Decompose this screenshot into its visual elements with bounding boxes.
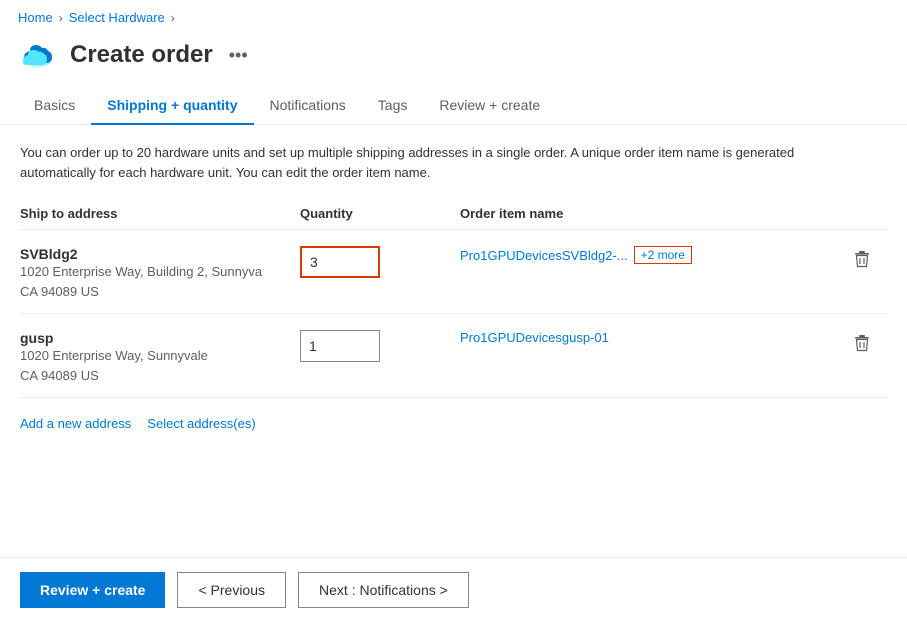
page-title: Create order [70,41,213,69]
breadcrumb-sep2: › [171,11,175,25]
tab-basics[interactable]: Basics [18,87,91,125]
content-area: You can order up to 20 hardware units an… [0,125,907,459]
col-quantity: Quantity [300,206,460,221]
cloud-icon [18,35,58,75]
breadcrumb-home[interactable]: Home [18,10,53,25]
address-line1-2: 1020 Enterprise Way, Sunnyvale [20,346,300,366]
quantity-input-1[interactable] [300,246,380,278]
address-block-2: gusp 1020 Enterprise Way, Sunnyvale CA 9… [20,330,300,385]
tab-notifications[interactable]: Notifications [254,87,362,125]
breadcrumb-select-hardware[interactable]: Select Hardware [69,10,165,25]
breadcrumb-sep1: › [59,11,63,25]
next-notifications-button[interactable]: Next : Notifications > [298,572,469,608]
quantity-cell-1 [300,246,460,278]
add-new-address-link[interactable]: Add a new address [20,416,131,431]
order-link-2[interactable]: Pro1GPUDevicesgusp-01 [460,330,609,345]
quantity-cell-2 [300,330,460,362]
bottom-bar: Review + create < Previous Next : Notifi… [0,557,907,622]
table-header: Ship to address Quantity Order item name [20,206,887,230]
tab-review-create[interactable]: Review + create [423,87,556,125]
delete-button-2[interactable] [837,330,887,352]
address-name-2: gusp [20,330,300,346]
footer-links: Add a new address Select address(es) [20,416,887,439]
description-text: You can order up to 20 hardware units an… [20,143,820,182]
col-ship-to-address: Ship to address [20,206,300,221]
address-name-1: SVBldg2 [20,246,300,262]
table-row: gusp 1020 Enterprise Way, Sunnyvale CA 9… [20,314,887,398]
previous-button[interactable]: < Previous [177,572,286,608]
select-addresses-link[interactable]: Select address(es) [147,416,255,431]
table-row: SVBldg2 1020 Enterprise Way, Building 2,… [20,230,887,314]
order-names-2: Pro1GPUDevicesgusp-01 [460,330,837,345]
address-line2-1: CA 94089 US [20,282,300,302]
address-line2-2: CA 94089 US [20,366,300,386]
review-create-button[interactable]: Review + create [20,572,165,608]
more-options-icon[interactable]: ••• [229,45,248,66]
breadcrumb: Home › Select Hardware › [0,0,907,31]
tab-shipping[interactable]: Shipping + quantity [91,87,253,125]
col-order-item-name: Order item name [460,206,837,221]
order-names-1: Pro1GPUDevicesSVBldg2-... +2 more [460,246,837,264]
tabs-container: Basics Shipping + quantity Notifications… [0,87,907,125]
delete-button-1[interactable] [837,246,887,268]
order-link-1[interactable]: Pro1GPUDevicesSVBldg2-... [460,248,628,263]
address-line1-1: 1020 Enterprise Way, Building 2, Sunnyva [20,262,300,282]
quantity-input-2[interactable] [300,330,380,362]
more-badge-1[interactable]: +2 more [634,246,692,264]
tab-tags[interactable]: Tags [362,87,424,125]
page-header: Create order ••• [0,31,907,87]
address-block-1: SVBldg2 1020 Enterprise Way, Building 2,… [20,246,300,301]
